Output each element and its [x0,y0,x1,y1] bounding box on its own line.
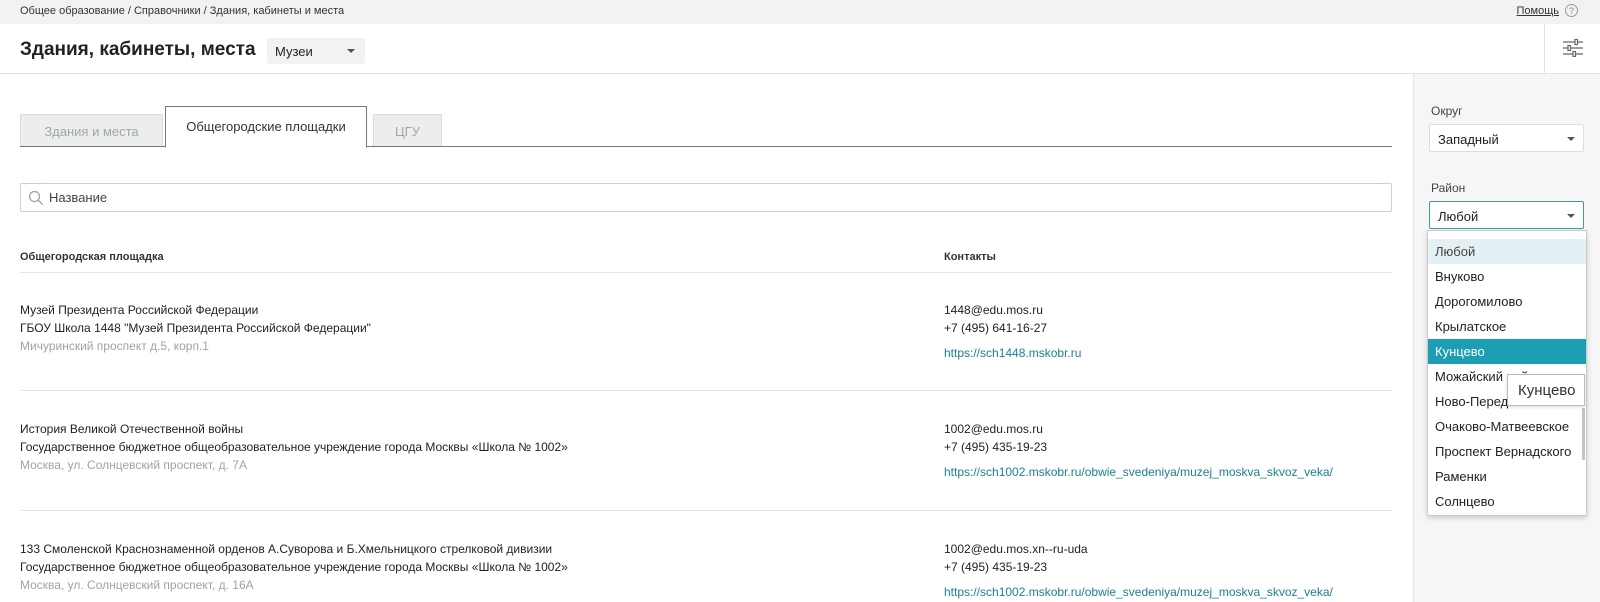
question-icon[interactable]: ? [1565,4,1578,17]
divider [20,510,1392,511]
rayon-select[interactable]: Любой [1429,201,1584,229]
row-organization: ГБОУ Школа 1448 "Музей Президента Россий… [20,321,371,335]
chevron-down-icon [1567,137,1575,141]
row-title: История Великой Отечественной войны [20,422,244,436]
okrug-label: Округ [1431,104,1463,118]
dropdown-option-highlighted[interactable]: Кунцево [1428,339,1586,364]
top-bar: Общее образование / Справочники / Здания… [0,0,1600,24]
search-field[interactable] [20,183,1392,212]
divider [20,272,1392,273]
row-address: Мичуринский проспект д.5, корп.1 [20,339,209,353]
row-address: Москва, ул. Солнцевский проспект, д. 16А [20,578,254,592]
dropdown-option[interactable]: Внуково [1428,264,1586,289]
row-phone: +7 (495) 435-19-23 [944,440,1048,454]
help-link[interactable]: Помощь [1517,5,1560,17]
dropdown-option[interactable]: Очаково-Матвеевское [1428,414,1586,439]
dropdown-option[interactable]: Любой [1428,239,1586,264]
okrug-select-value: Западный [1438,132,1499,147]
help: Помощь ? [1517,4,1578,17]
row-website-link[interactable]: https://sch1002.mskobr.ru/obwie_svedeniy… [944,465,1333,479]
search-icon [28,190,43,205]
divider [20,390,1392,391]
row-email: 1002@edu.mos.xn--ru-uda [944,542,1088,556]
chevron-down-icon [347,49,355,53]
rayon-label: Район [1431,181,1466,195]
row-organization: Государственное бюджетное общеобразовате… [20,560,568,574]
breadcrumb: Общее образование / Справочники / Здания… [20,5,345,17]
row-phone: +7 (495) 435-19-23 [944,560,1048,574]
column-header-contacts: Контакты [944,251,996,263]
row-organization: Государственное бюджетное общеобразовате… [20,440,568,454]
search-input[interactable] [49,187,1379,208]
column-header-site: Общегородская площадка [20,251,164,263]
row-website-link[interactable]: https://sch1448.mskobr.ru [944,346,1081,360]
dropdown-option[interactable]: Раменки [1428,464,1586,489]
tab-city-sites[interactable]: Общегородские площадки [165,106,367,148]
type-select[interactable]: Музеи [267,38,365,64]
page-title: Здания, кабинеты, места [20,39,256,60]
okrug-select[interactable]: Западный [1429,124,1584,152]
sliders-icon [1563,39,1583,57]
tab-buildings[interactable]: Здания и места [20,114,163,146]
dropdown-option[interactable]: Солнцево [1428,489,1586,514]
tab-cgu[interactable]: ЦГУ [373,114,442,146]
row-email: 1448@edu.mos.ru [944,303,1043,317]
row-title: Музей Президента Российской Федерации [20,303,259,317]
page-header: Здания, кабинеты, места Музеи [0,24,1600,74]
dropdown-option[interactable]: Крылатское [1428,314,1586,339]
tab-bar: Здания и места Общегородские площадки ЦГ… [20,106,1392,148]
option-tooltip: Кунцево [1507,374,1585,406]
rayon-dropdown-list[interactable]: Любой Внуково Дорогомилово Крылатское Ку… [1427,230,1587,516]
type-select-value: Музеи [275,44,313,59]
rayon-select-value: Любой [1438,209,1479,224]
row-address: Москва, ул. Солнцевский проспект, д. 7А [20,458,247,472]
row-email: 1002@edu.mos.ru [944,422,1043,436]
row-website-link[interactable]: https://sch1002.mskobr.ru/obwie_svedeniy… [944,585,1333,599]
row-phone: +7 (495) 641-16-27 [944,321,1048,335]
dropdown-option[interactable]: Проспект Вернадского [1428,439,1586,464]
row-title: 133 Смоленской Краснознаменной орденов А… [20,542,553,556]
dropdown-scrollbar[interactable] [1582,408,1585,460]
chevron-down-icon [1567,214,1575,218]
filters-toggle-button[interactable] [1544,24,1600,73]
dropdown-option[interactable]: Дорогомилово [1428,289,1586,314]
